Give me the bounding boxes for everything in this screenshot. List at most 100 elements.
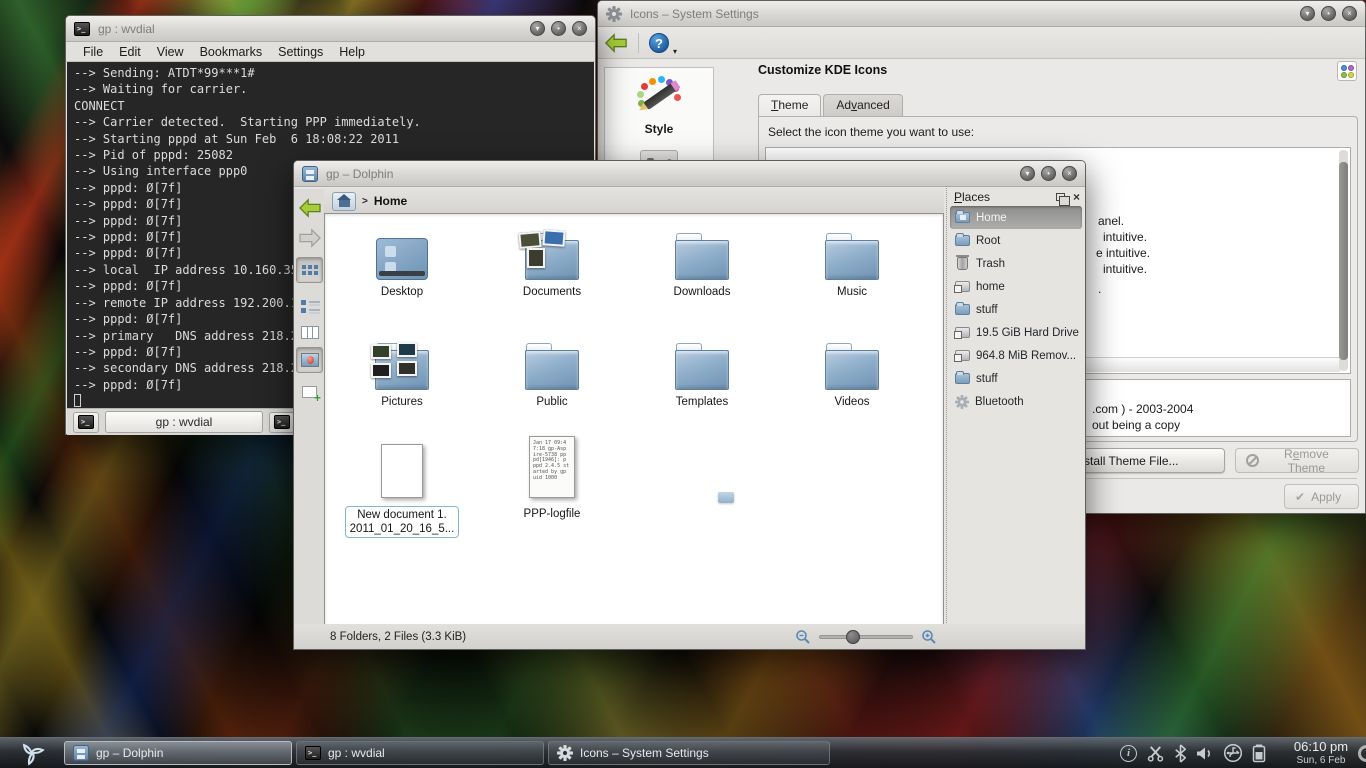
folder-item-desktop[interactable]: Desktop [327,222,477,298]
folder-item-public[interactable]: Public [477,332,627,408]
task-wvdial[interactable]: gp : wvdial [296,741,544,765]
klipper-scissors-icon[interactable] [1146,744,1165,763]
back-arrow-icon[interactable] [604,32,628,54]
maximize-button[interactable]: • [551,21,566,36]
zoom-slider-thumb[interactable] [846,630,860,644]
folder-item-videos[interactable]: Videos [777,332,927,408]
tab-list-button[interactable] [269,412,295,433]
usb-device-icon[interactable] [1223,743,1243,763]
no-entry-icon [1246,454,1259,467]
maximize-button[interactable]: • [1321,6,1336,21]
battery-icon[interactable] [1252,743,1266,763]
preview-button[interactable] [296,347,323,373]
details-view-button[interactable] [296,289,323,315]
text-file-icon [381,444,423,498]
menu-settings[interactable]: Settings [271,44,330,60]
gear-icon [955,395,969,409]
menu-view[interactable]: View [150,44,191,60]
minimize-button[interactable]: ▾ [1300,6,1315,21]
new-tab-button[interactable] [73,412,99,433]
folder-item-pictures[interactable]: Pictures [327,332,477,408]
folder-item-music[interactable]: Music [777,222,927,298]
menu-help[interactable]: Help [332,44,372,60]
breadcrumb-home[interactable]: Home [374,194,407,208]
konsole-icon [74,22,90,36]
clock[interactable]: 06:10 pm Sun, 6 Feb [1276,740,1366,766]
toolbar-separator [638,33,639,53]
detach-panel-icon[interactable] [1056,193,1065,201]
list-scrollbar[interactable] [1339,150,1348,371]
system-settings-titlebar[interactable]: Icons – System Settings ▾ • × [598,1,1365,27]
task-system-settings[interactable]: Icons – System Settings [548,741,830,765]
konsole-titlebar[interactable]: gp : wvdial ▾ • × [66,16,595,42]
close-button[interactable]: × [1342,6,1357,21]
konsole-menubar: File Edit View Bookmarks Settings Help [66,42,595,62]
task-dolphin[interactable]: gp – Dolphin [64,741,292,765]
close-button[interactable]: × [572,21,587,36]
file-item-new-document[interactable]: New document 1. 2011_01_20_16_5... [327,432,477,538]
terminal-line: --> Waiting for carrier. [74,81,587,97]
folder-icon [525,350,579,390]
selected-file-label: New document 1. 2011_01_20_16_5... [345,506,460,538]
window-title: gp : wvdial [98,22,155,36]
place-item-hard-drive[interactable]: 19.5 GiB Hard Drive [950,321,1082,344]
place-item-home-partition[interactable]: home [950,275,1082,298]
apply-button[interactable]: ✔ Apply [1284,484,1359,509]
icons-view-button[interactable] [296,257,323,283]
konsole-icon [305,746,321,760]
help-icon[interactable]: ? [649,33,669,53]
place-item-stuff[interactable]: stuff [950,298,1082,321]
info-icon[interactable]: i [1120,745,1137,762]
folder-icon [825,240,879,280]
text-preview-icon: Jan 17 09:4 7:18 gp-Asp ire-5738 pp pd[1… [529,436,575,498]
folder-item-templates[interactable]: Templates [627,332,777,408]
zoom-in-icon[interactable] [921,629,937,645]
columns-view-button[interactable] [296,319,323,345]
forward-arrow-icon [298,228,322,248]
forward-button[interactable] [296,225,323,251]
tab-wvdial[interactable]: gp : wvdial [105,411,263,433]
menu-bookmarks[interactable]: Bookmarks [193,44,270,60]
color-dots-icon[interactable] [1337,61,1357,81]
tab-theme[interactable]: Theme [758,94,821,116]
folder-icon [525,240,579,280]
dolphin-icon [73,745,89,761]
chevron-down-icon[interactable]: ▾ [673,47,677,56]
minimize-button[interactable]: ▾ [1020,166,1035,181]
split-view-button[interactable] [296,379,323,405]
zoom-slider[interactable] [819,635,913,639]
home-icon[interactable] [332,192,356,211]
close-panel-icon[interactable]: × [1073,191,1080,203]
menu-edit[interactable]: Edit [112,44,148,60]
place-item-bluetooth[interactable]: Bluetooth [950,390,1082,413]
place-item-removable[interactable]: 964.8 MiB Remov... [950,344,1082,367]
place-item-stuff-2[interactable]: stuff [950,367,1082,390]
bluetooth-icon[interactable] [1174,744,1187,763]
folder-icon [955,304,970,315]
gear-icon [557,745,573,761]
volume-icon[interactable] [1196,745,1214,762]
place-item-trash[interactable]: Trash [950,252,1082,275]
close-button[interactable]: × [1062,166,1077,181]
window-dolphin[interactable]: gp – Dolphin ▾ • × > Home [293,160,1086,650]
dolphin-file-view[interactable]: Desktop Documents Downloads Music [324,213,944,626]
menu-file[interactable]: File [76,44,110,60]
sidebar-item-style[interactable]: Style [605,76,713,136]
back-button[interactable] [296,195,323,221]
place-item-home[interactable]: Home [950,206,1082,229]
zoom-out-icon[interactable] [795,629,811,645]
folder-item-documents[interactable]: Documents [477,222,627,298]
file-item-ppp-logfile[interactable]: Jan 17 09:4 7:18 gp-Asp ire-5738 pp pd[1… [477,432,627,520]
folder-item-downloads[interactable]: Downloads [627,222,777,298]
remove-theme-button[interactable]: Remove Theme [1235,448,1359,473]
terminal-cursor [74,394,81,407]
breadcrumb: > Home [324,189,944,213]
tab-advanced[interactable]: Advanced [823,94,902,116]
folder-icon [675,350,729,390]
launcher-button[interactable] [0,739,64,767]
place-item-root[interactable]: Root [950,229,1082,252]
dolphin-titlebar[interactable]: gp – Dolphin ▾ • × [294,161,1085,187]
scrollbar-thumb[interactable] [1339,162,1348,360]
maximize-button[interactable]: • [1041,166,1056,181]
minimize-button[interactable]: ▾ [530,21,545,36]
